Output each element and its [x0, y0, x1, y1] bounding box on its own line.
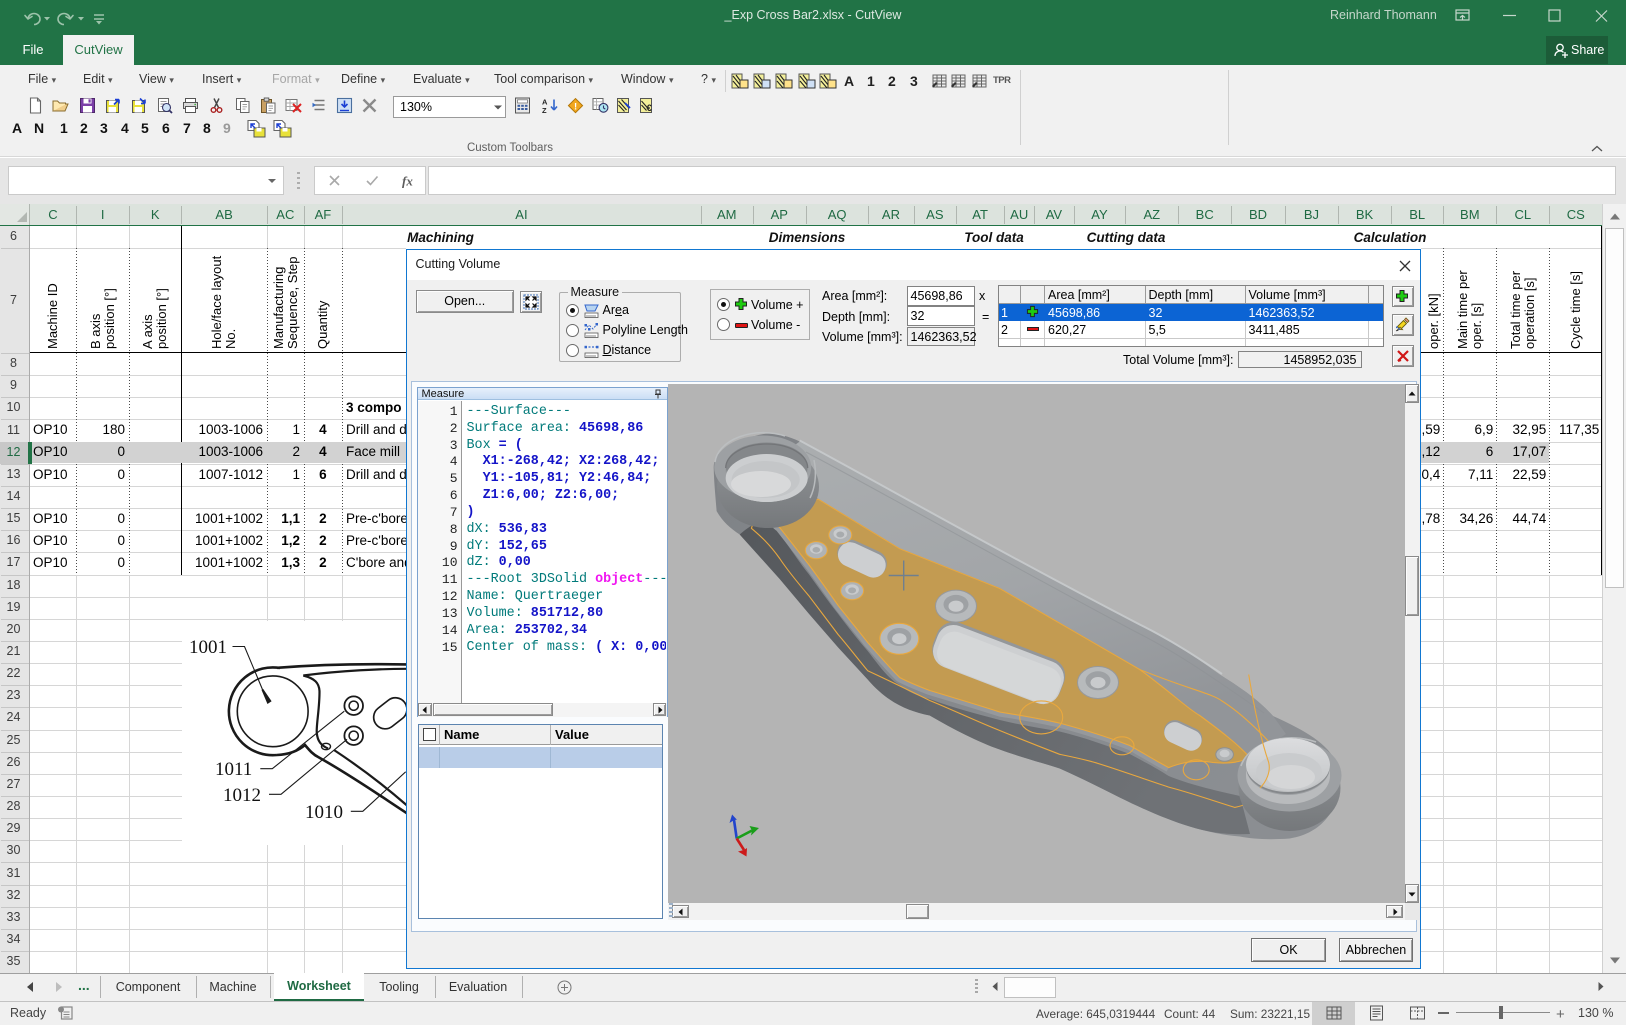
svg-text:Z: Z — [542, 106, 547, 114]
svg-text:1011: 1011 — [215, 759, 252, 780]
svg-text:€: € — [647, 103, 653, 114]
svg-text:1001: 1001 — [189, 637, 227, 658]
svg-text:!: ! — [574, 102, 577, 113]
svg-text:1010: 1010 — [305, 802, 343, 823]
svg-text:1012: 1012 — [223, 785, 261, 806]
svg-text:fx: fx — [402, 174, 413, 189]
